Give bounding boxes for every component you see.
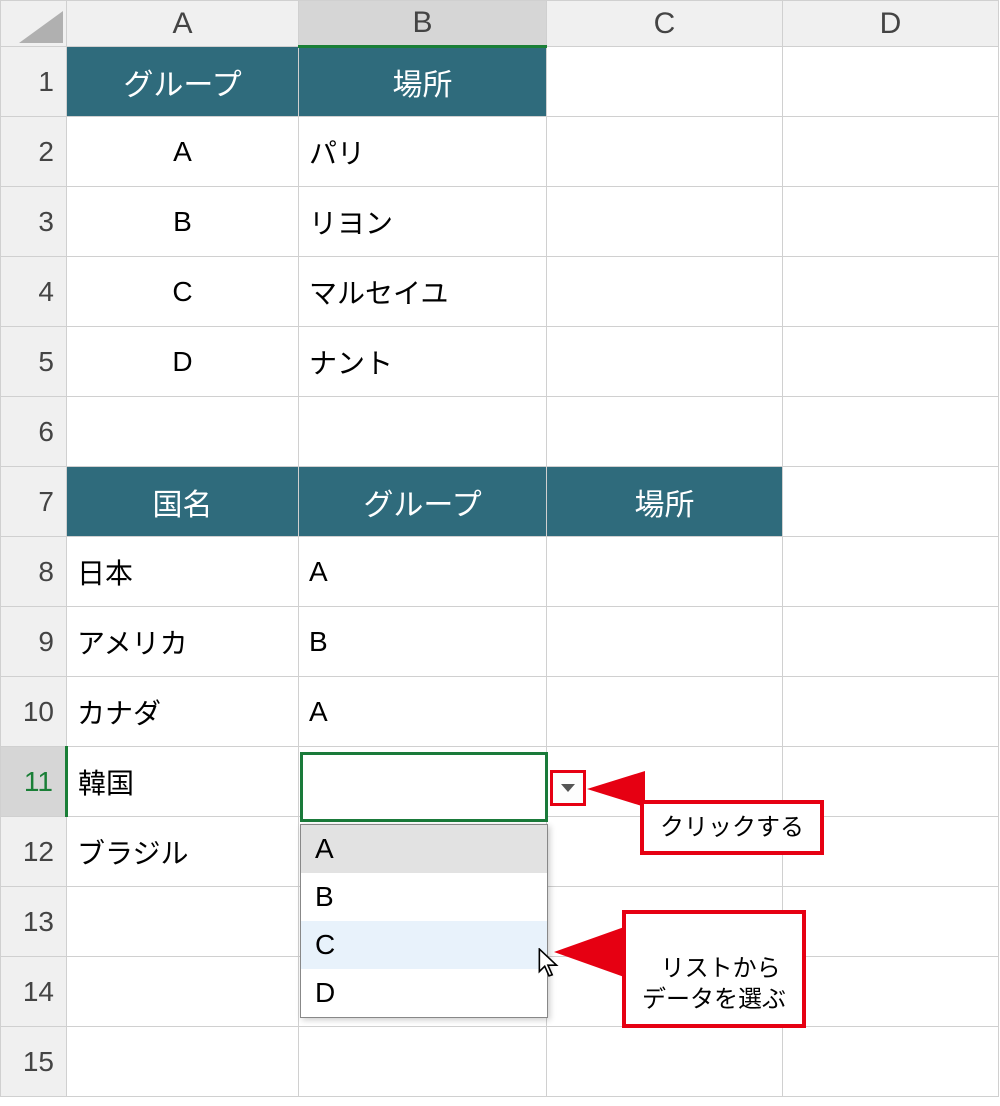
- row-header-12[interactable]: 12: [1, 817, 67, 887]
- cell-D14[interactable]: [783, 957, 999, 1027]
- cell-A5[interactable]: D: [67, 327, 299, 397]
- cell-C15[interactable]: [547, 1027, 783, 1097]
- row-header-1[interactable]: 1: [1, 47, 67, 117]
- cell-D4[interactable]: [783, 257, 999, 327]
- cell-B5[interactable]: ナント: [299, 327, 547, 397]
- callout-click: クリックする: [640, 800, 824, 855]
- cell-A7[interactable]: 国名: [67, 467, 299, 537]
- row-header-13[interactable]: 13: [1, 887, 67, 957]
- col-header-D[interactable]: D: [783, 1, 999, 47]
- row-header-8[interactable]: 8: [1, 537, 67, 607]
- row-header-11[interactable]: 11: [1, 747, 67, 817]
- cell-B6[interactable]: [299, 397, 547, 467]
- cell-B10[interactable]: A: [299, 677, 547, 747]
- cell-C4[interactable]: [547, 257, 783, 327]
- cell-D15[interactable]: [783, 1027, 999, 1097]
- row-header-3[interactable]: 3: [1, 187, 67, 257]
- row-header-7[interactable]: 7: [1, 467, 67, 537]
- col-header-A[interactable]: A: [67, 1, 299, 47]
- cell-A12[interactable]: ブラジル: [67, 817, 299, 887]
- cell-C3[interactable]: [547, 187, 783, 257]
- validation-dropdown-list[interactable]: A B C D: [300, 824, 548, 1018]
- row-header-9[interactable]: 9: [1, 607, 67, 677]
- dropdown-option-D[interactable]: D: [301, 969, 547, 1017]
- row-header-2[interactable]: 2: [1, 117, 67, 187]
- row-header-5[interactable]: 5: [1, 327, 67, 397]
- cell-D5[interactable]: [783, 327, 999, 397]
- callout-click-text: クリックする: [660, 814, 804, 841]
- cell-B15[interactable]: [299, 1027, 547, 1097]
- cell-A2[interactable]: A: [67, 117, 299, 187]
- cell-A15[interactable]: [67, 1027, 299, 1097]
- cell-A14[interactable]: [67, 957, 299, 1027]
- cell-B4[interactable]: マルセイユ: [299, 257, 547, 327]
- cell-D1[interactable]: [783, 47, 999, 117]
- select-all-corner[interactable]: [1, 1, 67, 47]
- row-header-14[interactable]: 14: [1, 957, 67, 1027]
- cell-B3[interactable]: リヨン: [299, 187, 547, 257]
- cell-D6[interactable]: [783, 397, 999, 467]
- cell-C2[interactable]: [547, 117, 783, 187]
- cell-D7[interactable]: [783, 467, 999, 537]
- cell-B8[interactable]: A: [299, 537, 547, 607]
- dropdown-option-A[interactable]: A: [301, 825, 547, 873]
- cell-D8[interactable]: [783, 537, 999, 607]
- cell-D2[interactable]: [783, 117, 999, 187]
- cell-B11[interactable]: [299, 747, 547, 817]
- cell-D13[interactable]: [783, 887, 999, 957]
- row-header-15[interactable]: 15: [1, 1027, 67, 1097]
- col-header-B[interactable]: B: [299, 1, 547, 47]
- cell-B9[interactable]: B: [299, 607, 547, 677]
- row-header-6[interactable]: 6: [1, 397, 67, 467]
- cell-D3[interactable]: [783, 187, 999, 257]
- cell-A9[interactable]: アメリカ: [67, 607, 299, 677]
- cell-B2[interactable]: パリ: [299, 117, 547, 187]
- cell-A6[interactable]: [67, 397, 299, 467]
- cell-A4[interactable]: C: [67, 257, 299, 327]
- cell-D10[interactable]: [783, 677, 999, 747]
- cell-B7[interactable]: グループ: [299, 467, 547, 537]
- dropdown-option-C[interactable]: C: [301, 921, 547, 969]
- cell-C7[interactable]: 場所: [547, 467, 783, 537]
- cell-C6[interactable]: [547, 397, 783, 467]
- cell-C10[interactable]: [547, 677, 783, 747]
- cell-A10[interactable]: カナダ: [67, 677, 299, 747]
- validation-dropdown-button[interactable]: [550, 770, 586, 806]
- callout-pick: リストから データを選ぶ: [622, 910, 806, 1028]
- cell-C9[interactable]: [547, 607, 783, 677]
- cell-A3[interactable]: B: [67, 187, 299, 257]
- cell-A1[interactable]: グループ: [67, 47, 299, 117]
- cell-C1[interactable]: [547, 47, 783, 117]
- row-header-10[interactable]: 10: [1, 677, 67, 747]
- cell-D9[interactable]: [783, 607, 999, 677]
- row-header-4[interactable]: 4: [1, 257, 67, 327]
- cell-A8[interactable]: 日本: [67, 537, 299, 607]
- dropdown-option-B[interactable]: B: [301, 873, 547, 921]
- col-header-C[interactable]: C: [547, 1, 783, 47]
- cell-A11[interactable]: 韓国: [67, 747, 299, 817]
- cell-A13[interactable]: [67, 887, 299, 957]
- cell-B1[interactable]: 場所: [299, 47, 547, 117]
- callout-pick-text: リストから データを選ぶ: [642, 955, 786, 1013]
- cell-C8[interactable]: [547, 537, 783, 607]
- cell-C5[interactable]: [547, 327, 783, 397]
